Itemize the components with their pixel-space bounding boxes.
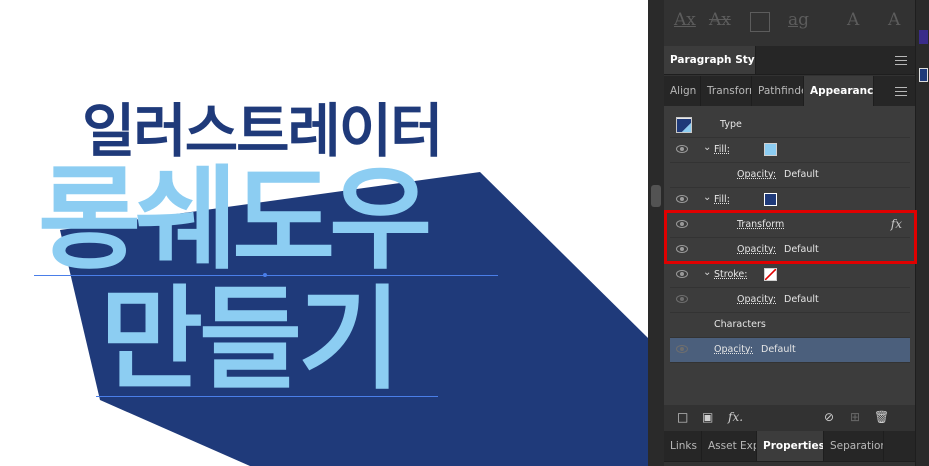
tab-separations-label: Separations	[830, 440, 883, 452]
tab-appearance-label: Appearance	[810, 85, 874, 97]
fill-swatch[interactable]	[764, 143, 777, 156]
panel-menu-icon[interactable]	[895, 87, 907, 96]
color-swatch-indicator[interactable]	[919, 30, 928, 44]
appearance-opacity-row[interactable]: Opacity: Default	[670, 163, 910, 188]
appearance-opacity-row[interactable]: Opacity: Default	[670, 288, 910, 313]
appearance-stroke-row[interactable]: ⌄ Stroke:	[670, 263, 910, 288]
artboard-canvas[interactable]: 일러스트레이터 롱쉐도우 만들기	[0, 0, 648, 466]
bottom-tabbar: Links Asset Export Properties Separation…	[664, 431, 915, 462]
tab-properties[interactable]: Properties	[757, 431, 824, 461]
visibility-eye-icon[interactable]	[676, 345, 688, 353]
appearance-panel-footer: □ ▣ fx. ⊘ ⊞ 🗑	[664, 405, 915, 429]
visibility-eye-icon[interactable]	[676, 270, 688, 278]
highlight-box	[664, 210, 917, 264]
collapse-grip-handle[interactable]	[651, 185, 661, 207]
tab-align-label: Align	[670, 85, 697, 97]
opacity-label[interactable]: Opacity:	[737, 169, 776, 180]
appearance-type-row[interactable]: Type	[670, 113, 910, 138]
panel-menu-icon[interactable]	[895, 56, 907, 65]
type-label: Type	[720, 119, 742, 130]
title-large-line2[interactable]: 만들기	[100, 284, 401, 396]
dock-gutter	[648, 0, 664, 466]
paragraph-styles-tabbar: Paragraph Styles	[664, 46, 915, 75]
chevron-down-icon[interactable]: ⌄	[703, 192, 711, 203]
opacity-value: Default	[784, 294, 819, 305]
anchor-point[interactable]	[263, 273, 267, 277]
stroke-none-swatch[interactable]	[764, 268, 777, 281]
adjacent-panel-strip	[915, 0, 929, 466]
type-thumbnail-icon	[676, 117, 692, 133]
tab-links[interactable]: Links	[664, 431, 702, 461]
fill-label[interactable]: Fill:	[714, 194, 730, 205]
opacity-value: Default	[784, 169, 819, 180]
visibility-eye-icon[interactable]	[676, 295, 688, 303]
opacity-value: Default	[761, 344, 796, 355]
characters-label[interactable]: Characters	[714, 319, 766, 330]
clear-appearance-icon[interactable]: ⊘	[824, 410, 834, 424]
appearance-fill-row[interactable]: ⌄ Fill:	[670, 138, 910, 163]
superscript-icon[interactable]: A	[847, 10, 859, 30]
new-stroke-icon[interactable]: □	[677, 410, 688, 424]
visibility-eye-icon[interactable]	[676, 195, 688, 203]
tab-separations[interactable]: Separations	[824, 431, 884, 461]
tab-asset-export-label: Asset Export	[708, 440, 756, 452]
tab-transform-label: Transform	[707, 85, 751, 97]
new-fill-icon[interactable]: ▣	[702, 410, 713, 424]
fill-label[interactable]: Fill:	[714, 144, 730, 155]
appearance-characters-row[interactable]: Characters	[670, 313, 910, 338]
tab-properties-label: Properties	[763, 440, 824, 452]
opacity-label[interactable]: Opacity:	[714, 344, 753, 355]
tab-paragraph-styles-label: Paragraph Styles	[670, 54, 755, 66]
add-effect-icon[interactable]: fx.	[728, 410, 743, 424]
duplicate-item-icon[interactable]: ⊞	[850, 410, 860, 424]
opacity-label[interactable]: Opacity:	[737, 294, 776, 305]
visibility-eye-icon[interactable]	[676, 145, 688, 153]
color-swatch-indicator[interactable]	[919, 68, 928, 82]
appearance-tabbar: Align Transform Pathfinder Appearance	[664, 76, 915, 107]
appearance-opacity-row-selected[interactable]: Opacity: Default	[670, 338, 910, 363]
title-large-line1[interactable]: 롱쉐도우	[38, 164, 432, 276]
tab-pathfinder[interactable]: Pathfinder	[752, 76, 804, 106]
character-options-bar: Ax Ax ag A A	[664, 0, 915, 47]
stroke-label[interactable]: Stroke:	[714, 269, 747, 280]
underline-text-icon[interactable]: Ax	[674, 10, 696, 30]
tab-transform[interactable]: Transform	[701, 76, 752, 106]
appearance-panel: Type ⌄ Fill: Opacity: Default ⌄ Fill: Tr…	[664, 106, 915, 429]
chevron-down-icon[interactable]: ⌄	[703, 267, 711, 278]
delete-icon[interactable]: 🗑	[874, 410, 889, 424]
case-box-icon[interactable]	[750, 12, 770, 32]
strikethrough-text-icon[interactable]: Ax	[709, 10, 731, 30]
tab-pathfinder-label: Pathfinder	[758, 85, 803, 97]
lowercase-box-icon[interactable]: ag	[788, 10, 809, 30]
tab-asset-export[interactable]: Asset Export	[702, 431, 757, 461]
chevron-down-icon[interactable]: ⌄	[703, 142, 711, 153]
fill-swatch[interactable]	[764, 193, 777, 206]
tab-align[interactable]: Align	[664, 76, 701, 106]
small-caps-icon[interactable]: A	[888, 10, 900, 30]
tab-paragraph-styles[interactable]: Paragraph Styles	[664, 46, 756, 74]
text-baseline-guide-2	[96, 396, 438, 397]
tab-appearance[interactable]: Appearance	[804, 76, 874, 106]
tab-links-label: Links	[670, 440, 697, 452]
